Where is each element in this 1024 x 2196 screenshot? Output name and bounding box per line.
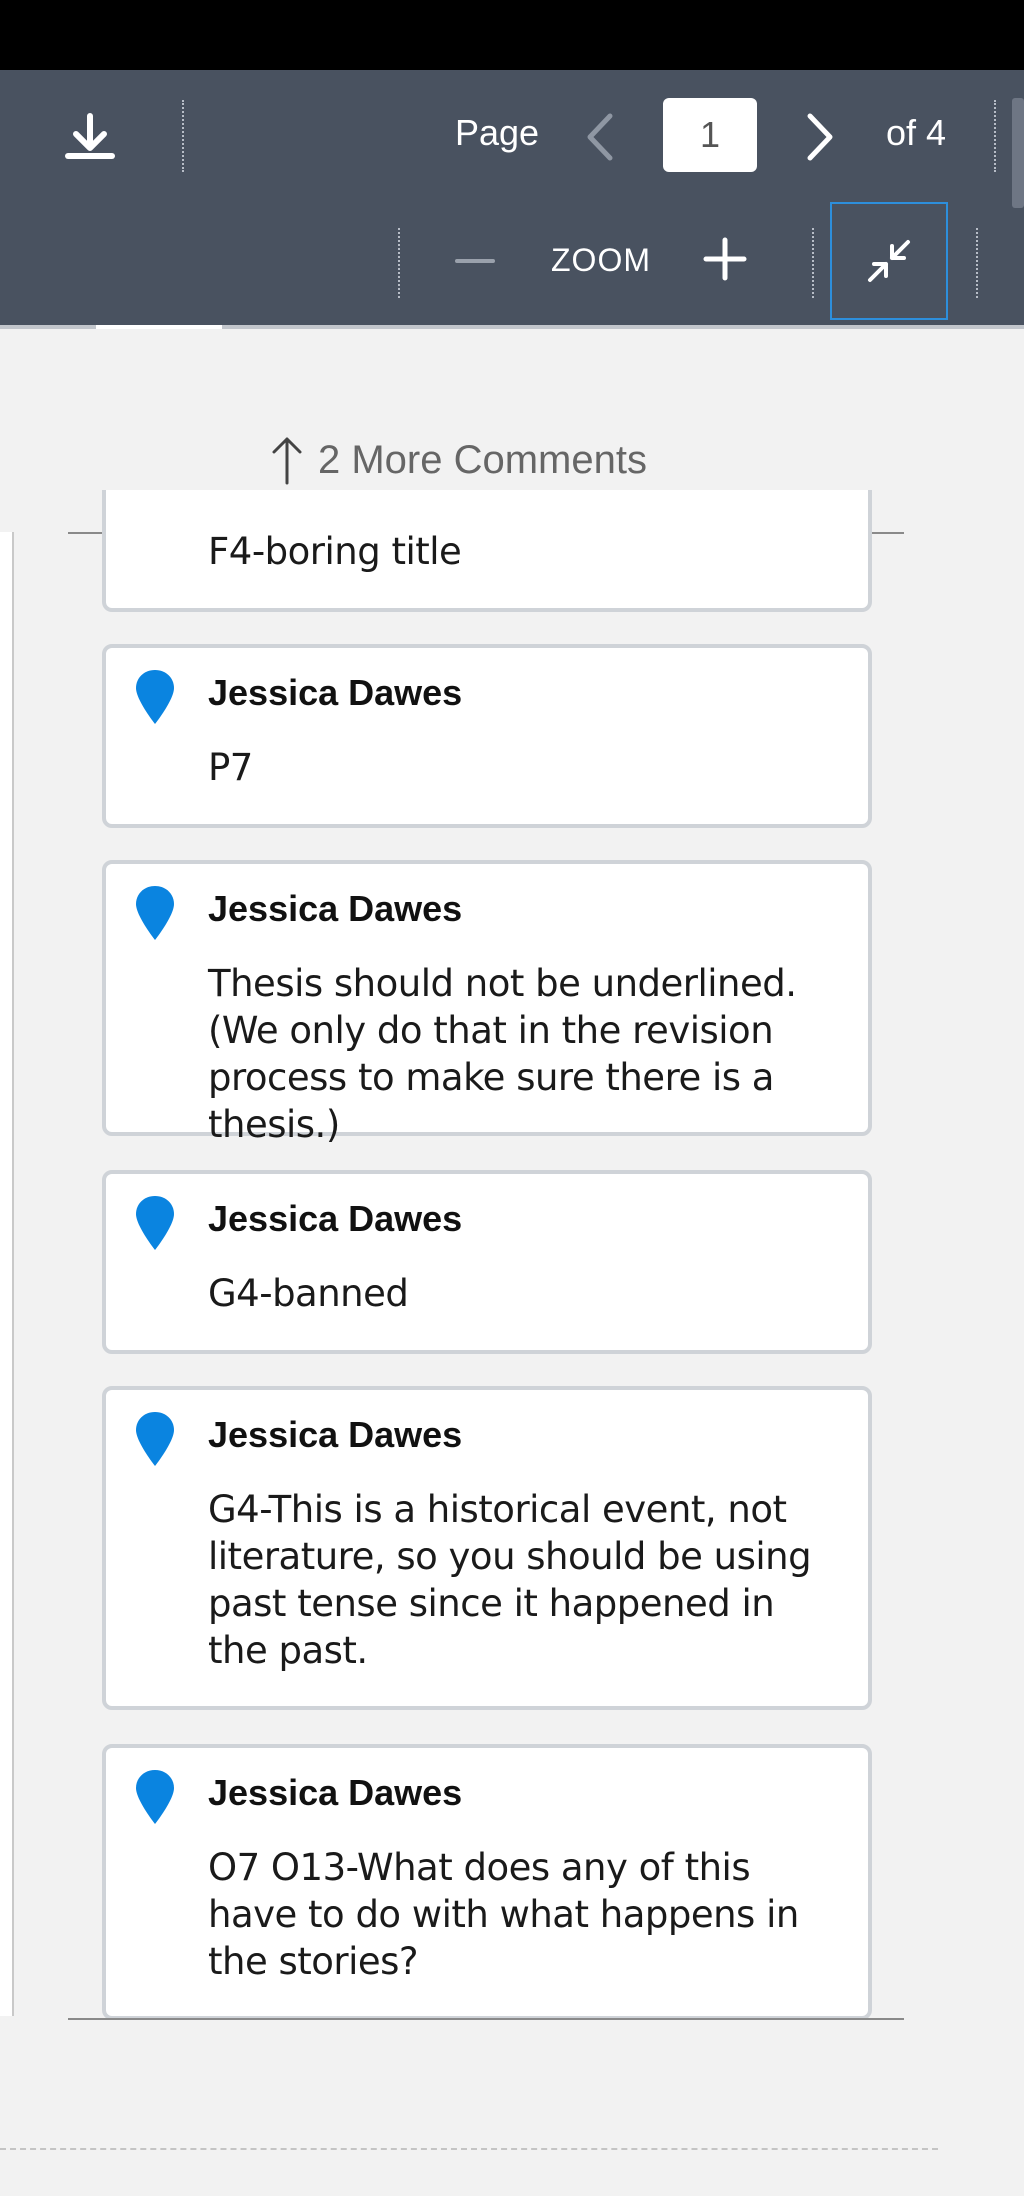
zoom-label: ZOOM xyxy=(551,242,651,278)
toolbar-tab-indicator xyxy=(0,325,1024,329)
more-comments-button[interactable]: 2 More Comments xyxy=(270,430,647,490)
zoom-out-button[interactable] xyxy=(452,238,498,284)
divider xyxy=(994,100,996,172)
comment-card[interactable]: Jessica Dawes Thesis should not be under… xyxy=(102,860,872,1146)
download-icon xyxy=(65,113,115,159)
comment-text: P7 xyxy=(208,746,253,789)
page-label: Page xyxy=(455,112,540,153)
scrollbar-thumb[interactable] xyxy=(1012,98,1024,208)
comment-author: Jessica Dawes xyxy=(208,672,463,713)
more-comments-label: 2 More Comments xyxy=(318,437,647,482)
next-page-button[interactable] xyxy=(800,110,840,164)
pin-icon xyxy=(136,1196,174,1250)
zoom-in-button[interactable] xyxy=(702,236,748,282)
pin-icon xyxy=(136,1412,174,1466)
collapse-view-button[interactable] xyxy=(830,202,948,320)
comment-text: G4-banned xyxy=(208,1272,409,1315)
comment-text: G4-This is a historical event, not liter… xyxy=(208,1488,812,1672)
collapse-icon xyxy=(868,240,910,282)
comment-author: Jessica Dawes xyxy=(208,1198,463,1239)
pin-icon xyxy=(136,886,174,940)
divider xyxy=(398,228,400,298)
minus-icon xyxy=(455,259,495,263)
divider xyxy=(812,228,814,298)
arrow-up-icon xyxy=(272,437,302,485)
status-bar xyxy=(0,0,1024,70)
comment-author: Jessica Dawes xyxy=(208,1414,463,1455)
comments-panel-bottom-border xyxy=(68,2018,904,2020)
comment-text: O7 O13-What does any of this have to do … xyxy=(208,1846,799,1983)
prev-page-button[interactable] xyxy=(580,110,620,164)
comment-author: Jessica Dawes xyxy=(208,888,463,929)
document-page-edge xyxy=(0,532,14,2016)
divider xyxy=(976,228,978,298)
comment-author: Jessica Dawes xyxy=(208,1772,463,1813)
comment-card[interactable]: Jessica Dawes G4-banned xyxy=(102,1170,872,1354)
comment-card[interactable]: F4-boring title xyxy=(102,490,872,612)
pin-icon xyxy=(136,670,174,724)
divider xyxy=(182,100,184,172)
comment-card[interactable]: Jessica Dawes P7 xyxy=(102,644,872,828)
page-number-input[interactable] xyxy=(663,98,757,172)
active-tab-indicator xyxy=(96,325,222,329)
page-count: of 4 xyxy=(886,112,947,153)
download-button[interactable] xyxy=(60,110,120,170)
comment-card[interactable]: Jessica Dawes G4-This is a historical ev… xyxy=(102,1386,872,1710)
comment-card[interactable]: Jessica Dawes O7 O13-What does any of th… xyxy=(102,1744,872,2020)
plus-icon xyxy=(703,237,747,281)
chevron-right-icon xyxy=(807,113,833,161)
page-break-line xyxy=(0,2148,938,2150)
comment-text: Thesis should not be underlined. (We onl… xyxy=(208,962,797,1146)
comment-text: F4-boring title xyxy=(208,530,462,573)
chevron-left-icon xyxy=(587,113,613,161)
pin-icon xyxy=(136,1770,174,1824)
pdf-toolbar: Page of 4 ZOOM xyxy=(0,70,1024,325)
